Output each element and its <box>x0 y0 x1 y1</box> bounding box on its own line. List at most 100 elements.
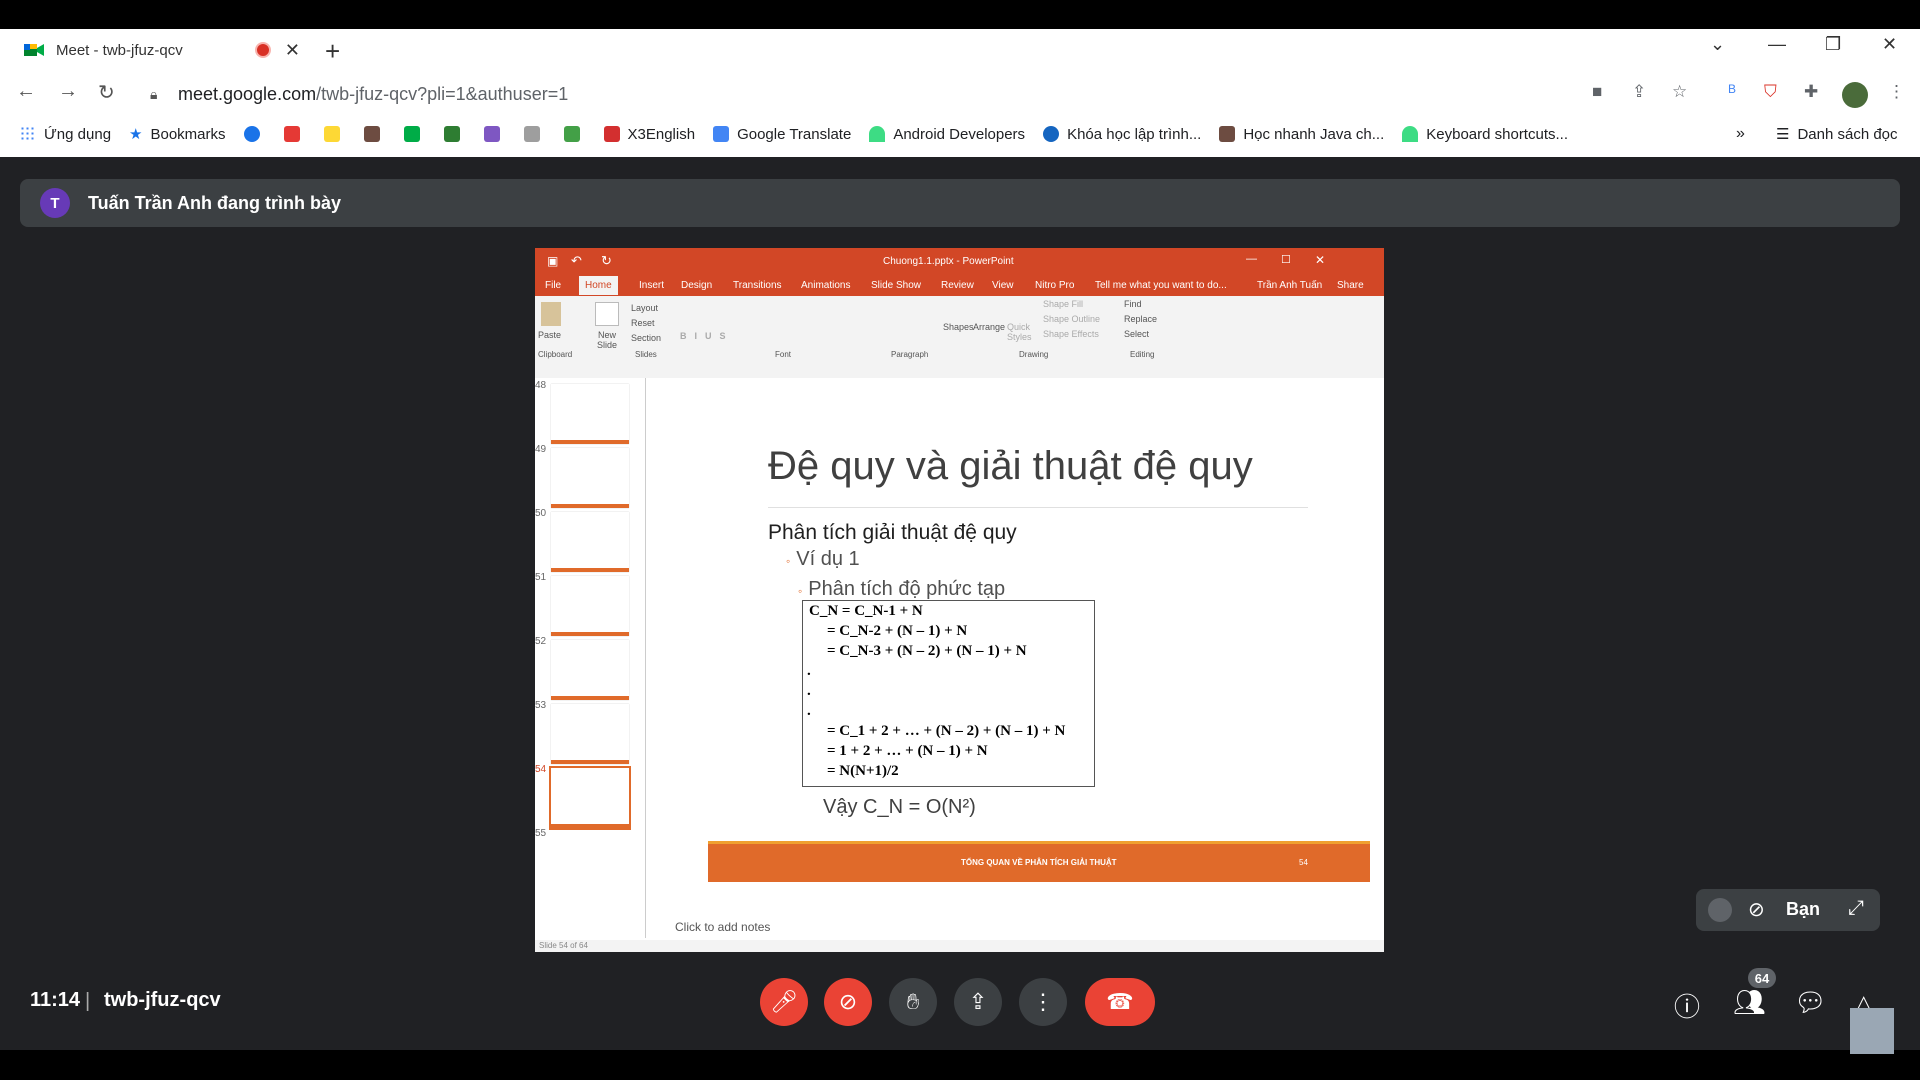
ppt-statusbar: Slide 54 of 64 <box>535 940 1384 952</box>
recording-indicator-icon <box>254 42 271 58</box>
bookmark-favicon-icon[interactable] <box>483 126 500 142</box>
address-bar[interactable]: meet.google.com/twb-jfuz-qcv?pli=1&authu… <box>178 84 568 105</box>
redo-icon: ↻ <box>601 253 612 268</box>
close-window-button[interactable]: ✕ <box>1882 34 1897 55</box>
paste-icon <box>541 302 561 326</box>
ppt-ruler <box>535 364 1384 378</box>
formula-box: C_N = C_N-1 + N = C_N-2 + (N – 1) + N = … <box>802 600 1095 787</box>
reload-icon[interactable]: ↻ <box>98 80 115 105</box>
present-button[interactable]: ⇪ <box>954 978 1002 1026</box>
bullet-icon: ◦ <box>798 584 803 598</box>
ribbon-group-label: Font <box>775 350 792 359</box>
notes-placeholder: Click to add notes <box>675 920 771 934</box>
meeting-code: twb-jfuz-qcv <box>104 989 221 1011</box>
mic-off-icon: 🎤︎ <box>770 989 798 1014</box>
bookmark-favicon-icon[interactable] <box>523 126 540 142</box>
restore-button[interactable]: ❐ <box>1825 34 1841 55</box>
bullet-icon: ◦ <box>786 554 791 568</box>
share-icon[interactable]: ⇪ <box>1632 82 1646 102</box>
ppt-tab: View <box>992 280 1014 291</box>
self-view-chip[interactable]: ⊘ Bạn ⤢ <box>1696 889 1880 931</box>
camera-off-icon: ⊘ <box>838 989 858 1014</box>
camera-in-use-icon[interactable]: ■ <box>1592 82 1602 102</box>
shape-fill-label: Shape Fill <box>1043 299 1084 309</box>
slide-thumbnail <box>551 576 629 636</box>
separator: | <box>85 990 91 1012</box>
bookmark-hoc-java[interactable]: Học nhanh Java ch... <box>1219 126 1384 143</box>
bookmark-keyboard-shortcuts[interactable]: Keyboard shortcuts... <box>1402 126 1568 143</box>
apps-grid-icon <box>20 126 36 142</box>
presenter-avatar: T <box>40 188 70 218</box>
course-icon <box>1043 126 1060 142</box>
back-icon[interactable]: ← <box>16 80 36 103</box>
x3-icon <box>603 126 620 142</box>
tab-title: Meet - twb-jfuz-qcv <box>56 41 183 59</box>
title-underline <box>768 507 1308 508</box>
bullet-text: Ví dụ 1 <box>796 548 860 570</box>
reading-list-button[interactable]: ☰ Danh sách đọc <box>1776 125 1898 144</box>
people-icon[interactable]: 👥︎ <box>1733 987 1766 1018</box>
bookmark-star-icon[interactable]: ☆ <box>1672 82 1687 102</box>
forward-icon[interactable]: → <box>58 80 78 103</box>
meeting-info-icon[interactable]: ⓘ <box>1674 987 1700 1024</box>
mic-toggle-button[interactable]: 🎤︎ <box>760 978 808 1026</box>
replace-label: Replace <box>1124 314 1158 324</box>
camera-toggle-button[interactable]: ⊘ <box>824 978 872 1026</box>
browser-menu-icon[interactable]: ⋮ <box>1888 82 1905 102</box>
browser-tab[interactable]: Meet - twb-jfuz-qcv ✕ <box>8 29 308 71</box>
bookmark-favicon-icon[interactable] <box>243 126 260 142</box>
tab-search-icon[interactable]: ⌄ <box>1710 34 1725 55</box>
slide-thumbnail <box>551 704 629 764</box>
bookmark-bookmarks[interactable]: ★ Bookmarks <box>129 125 225 144</box>
star-icon: ★ <box>129 126 143 143</box>
more-options-button[interactable]: ⋮ <box>1019 978 1067 1026</box>
formula-line: . <box>807 703 811 719</box>
bookmarks-overflow-button[interactable]: » <box>1736 125 1745 143</box>
bookmark-favicon-icon[interactable] <box>323 126 340 142</box>
slide-page-number: 54 <box>1299 858 1308 867</box>
new-tab-button[interactable]: + <box>325 36 340 67</box>
ppt-close-icon: ✕ <box>1315 253 1326 267</box>
layout-label: Layout <box>631 303 659 313</box>
ppt-user: Trần Anh Tuấn <box>1257 280 1323 291</box>
self-label: Bạn <box>1786 899 1821 919</box>
bookmark-x3english[interactable]: X3English <box>603 126 695 143</box>
ppt-share: Share <box>1337 280 1364 291</box>
reset-label: Reset <box>631 318 655 328</box>
shapes-label: Shapes <box>943 322 974 332</box>
ppt-ribbon-tabs: File Home Insert Design Transitions Anim… <box>535 276 1384 296</box>
raise-hand-button[interactable]: ✋︎ <box>889 978 937 1026</box>
bookmark-apps[interactable]: Ứng dụng <box>20 126 111 143</box>
section-label: Section <box>631 333 662 343</box>
extension-shield-icon[interactable]: ⛉ <box>1764 82 1777 102</box>
expand-icon[interactable]: ⤢ <box>1848 897 1864 920</box>
bookmark-favicon-icon[interactable] <box>283 126 300 142</box>
extension-b-icon[interactable]: B <box>1728 82 1736 96</box>
end-call-button[interactable]: ☎︎ <box>1085 978 1155 1026</box>
presenter-text: Tuấn Trần Anh đang trình bày <box>88 192 342 213</box>
lock-icon[interactable]: 🔒︎ <box>150 86 157 103</box>
tab-close-icon[interactable]: ✕ <box>285 40 300 61</box>
bookmark-favicon-icon[interactable] <box>563 126 580 142</box>
bullet-text: Phân tích độ phức tạp <box>808 578 1006 600</box>
bookmark-favicon-icon[interactable] <box>403 126 420 142</box>
ribbon-group-label: Slides <box>635 350 657 359</box>
camera-off-icon: ⊘ <box>1748 899 1765 921</box>
slide-title: Đệ quy và giải thuật đệ quy <box>768 444 1253 488</box>
mic-off-icon <box>1708 898 1732 922</box>
profile-avatar[interactable] <box>1842 82 1868 108</box>
minimize-button[interactable]: — <box>1768 34 1786 55</box>
bookmark-favicon-icon[interactable] <box>443 126 460 142</box>
phone-hangup-icon: ☎︎ <box>1106 989 1134 1014</box>
chat-icon[interactable]: 💬︎ <box>1794 987 1827 1018</box>
bookmark-khoa-hoc[interactable]: Khóa học lập trình... <box>1043 126 1201 143</box>
slide-thumbnail <box>551 512 629 572</box>
ppt-tab: Slide Show <box>871 280 922 291</box>
ppt-ribbon: Paste New Slide Layout Reset Section BIU… <box>535 296 1384 365</box>
slide-thumbnail <box>551 384 629 444</box>
bookmark-android-developers[interactable]: Android Developers <box>869 126 1025 143</box>
extensions-puzzle-icon[interactable]: ✚ <box>1804 82 1818 102</box>
bookmark-favicon-icon[interactable] <box>363 126 380 142</box>
bookmark-google-translate[interactable]: Google Translate <box>713 126 851 143</box>
ppt-tab: Design <box>681 280 713 291</box>
